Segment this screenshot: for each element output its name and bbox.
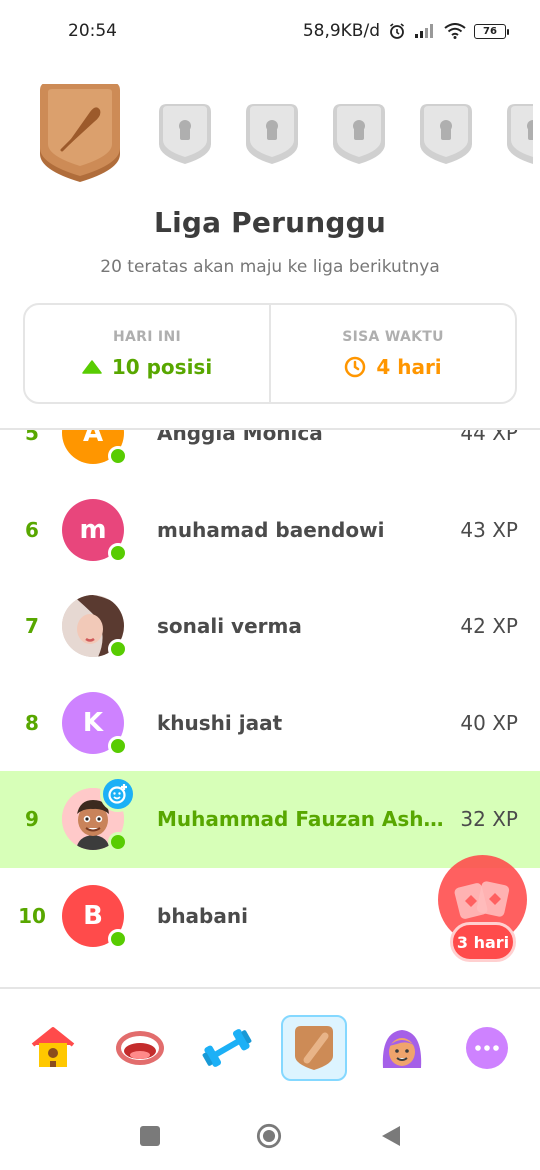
add-friend-icon[interactable] xyxy=(100,776,136,813)
bottom-nav xyxy=(0,989,540,1099)
nav-profile[interactable] xyxy=(369,1015,435,1081)
streak-days-badge: 3 hari xyxy=(450,922,516,962)
square-icon xyxy=(140,1126,160,1146)
user-xp: 42 XP xyxy=(460,614,518,639)
online-indicator xyxy=(108,542,128,563)
back-button[interactable] xyxy=(378,1123,404,1149)
league-subtitle: 20 teratas akan maju ke liga berikutnya xyxy=(100,257,440,277)
time-left-value-text: 4 hari xyxy=(376,354,442,379)
arrow-up-icon xyxy=(82,359,102,374)
back-triangle-icon xyxy=(382,1126,400,1146)
user-name: bhabani xyxy=(157,903,248,928)
online-indicator xyxy=(108,639,128,660)
time-left-value: 4 hari xyxy=(344,354,442,379)
speak-icon xyxy=(116,1031,164,1065)
system-nav-bar xyxy=(0,1105,540,1170)
today-value: 10 posisi xyxy=(82,355,212,379)
recent-apps-button[interactable] xyxy=(137,1123,163,1149)
league-title: Liga Perunggu xyxy=(154,206,386,239)
home-system-button[interactable] xyxy=(256,1123,282,1149)
nav-speak[interactable] xyxy=(107,1015,173,1081)
status-time: 20:54 xyxy=(68,21,117,41)
avatar[interactable] xyxy=(62,595,128,660)
online-indicator xyxy=(108,446,128,467)
avatar[interactable]: A xyxy=(62,430,128,467)
user-name: sonali verma xyxy=(157,614,302,639)
clock-icon xyxy=(345,356,366,377)
locked-league-badge[interactable] xyxy=(507,104,533,164)
nav-more[interactable] xyxy=(454,1015,520,1081)
circle-icon xyxy=(256,1123,282,1149)
online-indicator xyxy=(108,832,128,853)
rank-number: 7 xyxy=(25,614,39,639)
league-badges xyxy=(36,82,533,182)
status-bar: 20:54 58,9KB/d 76 xyxy=(0,0,540,62)
online-indicator xyxy=(108,928,128,949)
league-icon xyxy=(295,1026,333,1070)
rank-number: 8 xyxy=(25,710,39,735)
user-name: khushi jaat xyxy=(157,710,283,735)
locked-league-badge[interactable] xyxy=(246,104,298,164)
locked-league-badge[interactable] xyxy=(420,104,472,164)
user-name: muhamad baendowi xyxy=(157,517,385,542)
today-stat: HARI INI 10 posisi xyxy=(25,305,269,402)
avatar[interactable]: m xyxy=(62,498,128,563)
home-icon xyxy=(31,1027,75,1067)
league-stats: HARI INI 10 posisi SISA WAKTU 4 hari xyxy=(23,303,517,404)
nav-practice[interactable] xyxy=(194,1015,260,1081)
battery-icon: 76 xyxy=(474,23,509,39)
nav-home[interactable] xyxy=(20,1015,86,1081)
user-name: Muhammad Fauzan Ashshiddiqi xyxy=(157,807,452,832)
status-right: 58,9KB/d 76 xyxy=(302,21,509,41)
locked-league-badge[interactable] xyxy=(159,104,211,164)
wifi-icon xyxy=(444,23,466,39)
profile-icon xyxy=(382,1030,422,1068)
avatar[interactable] xyxy=(62,776,136,853)
user-xp: 43 XP xyxy=(460,517,518,542)
leaderboard-row[interactable]: 6 m muhamad baendowi 43 XP xyxy=(0,482,540,579)
user-xp: 32 XP xyxy=(460,807,518,832)
rank-number: 5 xyxy=(25,430,39,446)
leaderboard-row[interactable]: 8 K khushi jaat 40 XP xyxy=(0,675,540,772)
time-left-label: SISA WAKTU xyxy=(342,328,444,345)
avatar[interactable]: K xyxy=(62,691,128,756)
current-user-row[interactable]: 9 Muhammad Fauzan Ashshiddiqi 32 XP xyxy=(0,771,540,868)
avatar[interactable]: B xyxy=(62,884,128,949)
network-speed: 58,9KB/d xyxy=(302,21,380,41)
bronze-league-badge[interactable] xyxy=(36,82,124,182)
more-icon xyxy=(466,1027,508,1069)
locked-league-badge[interactable] xyxy=(333,104,385,164)
signal-icon xyxy=(414,23,436,39)
rank-number: 9 xyxy=(25,807,39,832)
rank-number: 10 xyxy=(18,903,46,928)
friends-quest-icon xyxy=(454,880,509,919)
today-label: HARI INI xyxy=(113,328,181,345)
practice-icon xyxy=(202,1029,252,1067)
user-xp: 40 XP xyxy=(460,710,518,735)
time-left-stat: SISA WAKTU 4 hari xyxy=(269,305,515,402)
rank-number: 6 xyxy=(25,517,39,542)
nav-leagues[interactable] xyxy=(281,1015,347,1081)
today-value-text: 10 posisi xyxy=(111,354,213,379)
user-name: Anggia Monica xyxy=(157,430,323,446)
leaderboard-row[interactable]: 7 sonali verma 42 XP xyxy=(0,578,540,675)
online-indicator xyxy=(108,735,128,756)
alarm-icon xyxy=(388,22,406,40)
leaderboard-row[interactable]: 5 A Anggia Monica 44 XP xyxy=(0,430,540,482)
user-xp: 44 XP xyxy=(460,430,518,446)
